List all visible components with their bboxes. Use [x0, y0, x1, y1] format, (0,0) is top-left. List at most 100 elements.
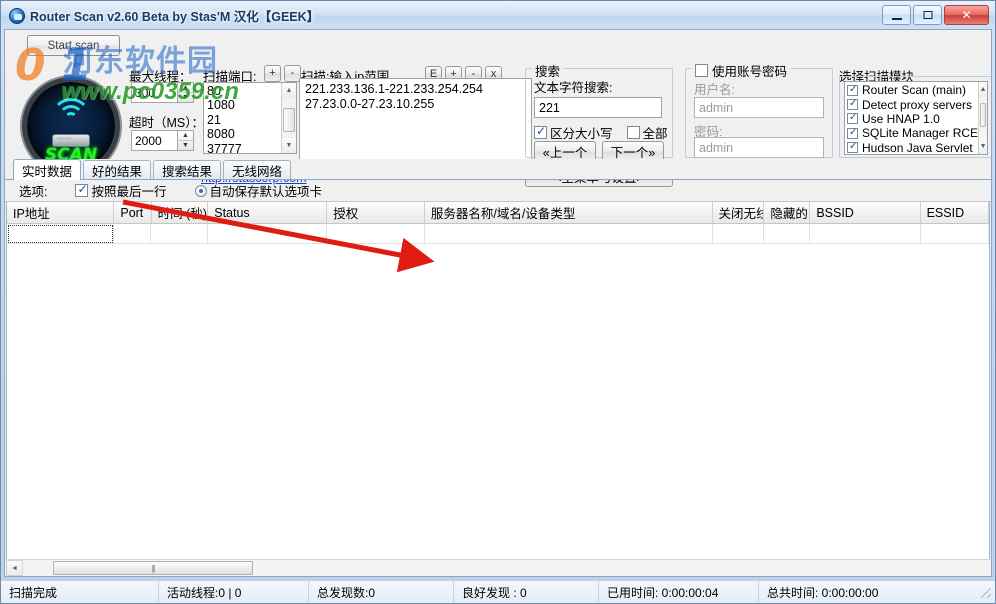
search-input[interactable]: [534, 97, 662, 118]
ip-range-line[interactable]: 27.23.0.0-27.23.10.255: [305, 97, 526, 112]
checkbox-icon: [627, 126, 640, 139]
table-cell[interactable]: [327, 224, 425, 244]
status-scan-state: 扫描完成: [1, 581, 159, 603]
timeout-label: 超时（MS）：: [129, 112, 204, 131]
column-header-hidden[interactable]: 隐藏的: [764, 202, 810, 223]
table-cell[interactable]: [713, 224, 765, 244]
timeout-input[interactable]: [131, 130, 177, 151]
column-header-ip[interactable]: IP地址: [7, 202, 114, 223]
modules-list[interactable]: Router Scan (main) Detect proxy servers …: [844, 81, 988, 155]
module-item[interactable]: Router Scan (main): [847, 83, 978, 97]
title-bar: Router Scan v2.60 Beta by Stas'M 汉化【GEEK…: [1, 1, 995, 29]
scroll-down-icon[interactable]: ▼: [979, 139, 987, 154]
grid-header-row: IP地址 Port 时间 (秒) Status 授权 服务器名称/域名/设备类型…: [7, 202, 989, 224]
port-list-scrollbar[interactable]: ▲ ▼: [281, 83, 296, 153]
checkbox-icon: [75, 184, 88, 197]
username-field[interactable]: [694, 97, 824, 118]
username-label: 用户名:: [694, 79, 735, 98]
table-cell[interactable]: [208, 224, 327, 244]
grid-body[interactable]: [7, 224, 989, 559]
grid-horizontal-scrollbar[interactable]: ◄: [6, 559, 990, 576]
column-header-status[interactable]: Status: [208, 202, 327, 223]
use-credentials-checkbox[interactable]: 使用账号密码: [692, 61, 790, 80]
column-header-time[interactable]: 时间 (秒): [152, 202, 209, 223]
tab-strip: 实时数据 好的结果 搜索结果 无线网络: [5, 159, 991, 180]
port-item[interactable]: 1080: [207, 98, 281, 112]
timeout-spin-buttons[interactable]: ▲ ▼: [177, 130, 194, 151]
status-elapsed-time: 已用时间: 0:00:00:04: [599, 581, 759, 603]
password-field[interactable]: [694, 137, 824, 158]
tab-wireless-networks[interactable]: 无线网络: [223, 160, 291, 179]
minimize-button[interactable]: [882, 5, 911, 25]
options-label: 选项:: [19, 181, 47, 200]
tab-realtime-data[interactable]: 实时数据: [13, 159, 81, 180]
port-list-items: 80 1080 21 8080 37777: [204, 83, 281, 153]
spin-up-icon[interactable]: ▲: [178, 83, 193, 93]
add-port-button[interactable]: +: [264, 65, 281, 82]
column-header-essid[interactable]: ESSID: [921, 202, 989, 223]
spin-up-icon[interactable]: ▲: [178, 131, 193, 141]
search-all-label: 全部: [643, 123, 668, 142]
module-item[interactable]: Hudson Java Servlet: [847, 141, 978, 155]
scrollbar-track[interactable]: [23, 560, 990, 576]
start-scan-button[interactable]: Start scan: [27, 35, 120, 56]
table-row[interactable]: [7, 224, 989, 244]
tab-good-results[interactable]: 好的结果: [83, 160, 151, 179]
module-label: Use HNAP 1.0: [862, 112, 940, 126]
scroll-up-icon[interactable]: ▲: [979, 82, 987, 97]
tab-search-results[interactable]: 搜索结果: [153, 160, 221, 179]
column-header-auth[interactable]: 授权: [327, 202, 425, 223]
scan-logo: SCAN: [27, 82, 115, 170]
follow-last-line-checkbox[interactable]: 按照最后一行: [75, 181, 166, 200]
use-credentials-label: 使用账号密码: [712, 61, 787, 80]
table-cell[interactable]: [921, 224, 989, 244]
column-header-port[interactable]: Port: [114, 202, 151, 223]
max-threads-spin-buttons[interactable]: ▲ ▼: [177, 82, 194, 103]
timeout-stepper[interactable]: ▲ ▼: [131, 130, 194, 151]
column-header-bssid[interactable]: BSSID: [810, 202, 920, 223]
scrollbar-track[interactable]: [979, 97, 987, 139]
spin-down-icon[interactable]: ▼: [178, 93, 193, 102]
table-cell[interactable]: [151, 224, 208, 244]
port-item[interactable]: 37777: [207, 142, 281, 154]
column-header-wifi-off[interactable]: 关闭无线: [713, 202, 765, 223]
table-cell[interactable]: [7, 224, 114, 244]
table-cell[interactable]: [810, 224, 920, 244]
checkbox-icon: [847, 85, 858, 96]
scrollbar-track[interactable]: [282, 98, 296, 138]
scrollbar-thumb[interactable]: [283, 108, 295, 132]
table-cell[interactable]: [764, 224, 810, 244]
column-header-server-name[interactable]: 服务器名称/域名/设备类型: [425, 202, 713, 223]
port-item[interactable]: 80: [207, 84, 281, 98]
status-good-found: 良好发现 : 0: [454, 581, 599, 603]
module-item[interactable]: SQLite Manager RCE: [847, 126, 978, 140]
modules-list-scrollbar[interactable]: ▲ ▼: [978, 82, 987, 154]
window-title: Router Scan v2.60 Beta by Stas'M 汉化【GEEK…: [30, 6, 319, 25]
case-sensitive-checkbox[interactable]: 区分大小写: [534, 123, 613, 142]
spin-down-icon[interactable]: ▼: [178, 141, 193, 150]
scrollbar-thumb[interactable]: [53, 561, 253, 575]
top-controls-panel: Start scan SCAN 最大线程： ▲ ▼ 超时（MS）：: [5, 30, 991, 158]
close-button[interactable]: ✕: [944, 5, 989, 25]
status-active-threads: 活动线程:0 | 0: [159, 581, 309, 603]
scrollbar-thumb[interactable]: [980, 103, 986, 127]
port-item[interactable]: 8080: [207, 127, 281, 141]
table-cell[interactable]: [425, 224, 713, 244]
port-item[interactable]: 21: [207, 113, 281, 127]
ip-range-line[interactable]: 221.233.136.1-221.233.254.254: [305, 82, 526, 97]
checkbox-icon: [695, 64, 708, 77]
checkbox-icon: [534, 126, 547, 139]
max-threads-input[interactable]: [131, 82, 177, 103]
scroll-up-icon[interactable]: ▲: [282, 83, 296, 98]
search-all-checkbox[interactable]: 全部: [627, 123, 668, 142]
max-threads-stepper[interactable]: ▲ ▼: [131, 82, 194, 103]
module-item[interactable]: Detect proxy servers: [847, 97, 978, 111]
port-list[interactable]: 80 1080 21 8080 37777 ▲ ▼: [203, 82, 297, 154]
scroll-down-icon[interactable]: ▼: [282, 138, 296, 153]
module-label: SQLite Manager RCE: [862, 126, 978, 140]
module-item[interactable]: Use HNAP 1.0: [847, 112, 978, 126]
resize-grip[interactable]: [978, 585, 992, 599]
maximize-button[interactable]: [913, 5, 942, 25]
table-cell[interactable]: [114, 224, 151, 244]
scroll-left-icon[interactable]: ◄: [6, 560, 23, 576]
